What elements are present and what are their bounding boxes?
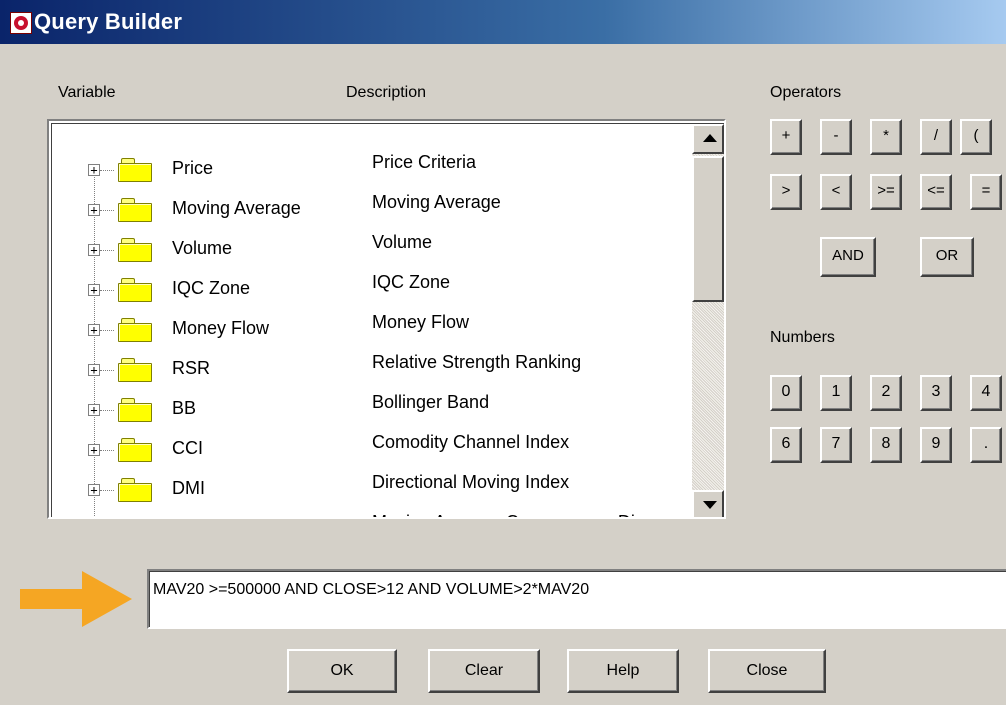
operator-button[interactable]: = (970, 174, 1002, 210)
tree-expand-icon[interactable]: + (88, 484, 100, 496)
variable-name: DMI (172, 478, 205, 498)
scroll-down-button[interactable] (692, 490, 724, 517)
number-button[interactable]: 3 (920, 375, 952, 411)
scrollbar-thumb[interactable] (692, 156, 724, 302)
operator-button[interactable]: OR (920, 237, 974, 277)
variable-name: BB (172, 398, 197, 418)
tree-branch-line (100, 410, 114, 411)
variable-name: Money Flow (172, 318, 270, 338)
orange-arrow-icon (20, 571, 132, 627)
tree-expand-icon[interactable]: + (88, 364, 100, 376)
help-button[interactable]: Help (567, 649, 679, 693)
operator-button[interactable]: / (920, 119, 952, 155)
tree-branch-line (100, 170, 114, 171)
variable-list[interactable]: + Price Price Criteria + Moving Average Movin… (47, 119, 726, 519)
window-title: Query Builder (34, 9, 183, 34)
arrow-down-icon (703, 501, 717, 509)
close-button[interactable]: Close (708, 649, 826, 693)
operator-button[interactable]: ( (960, 119, 992, 155)
variable-description: Price Criteria (372, 152, 477, 172)
arrow-up-icon (703, 134, 717, 142)
operator-button[interactable]: < (820, 174, 852, 210)
scroll-up-button[interactable] (692, 124, 724, 154)
folder-icon (118, 278, 152, 302)
folder-icon (118, 238, 152, 262)
folder-icon (118, 358, 152, 382)
tree-branch-line (100, 250, 114, 251)
number-button[interactable]: 9 (920, 427, 952, 463)
variable-description: Bollinger Band (372, 392, 490, 412)
operators-header: Operators (770, 84, 842, 101)
variable-name: IQC Zone (172, 278, 251, 298)
variable-description: Relative Strength Ranking (372, 352, 582, 372)
tree-expand-icon[interactable]: + (88, 404, 100, 416)
tree-branch-line (100, 290, 114, 291)
numbers-header: Numbers (770, 329, 835, 346)
variable-name: RSR (172, 358, 211, 378)
operator-button[interactable]: * (870, 119, 902, 155)
tree-branch-line (100, 450, 114, 451)
operator-button[interactable]: - (820, 119, 852, 155)
variable-description: IQC Zone (372, 272, 451, 292)
tree-expand-icon[interactable]: + (88, 324, 100, 336)
app-icon (10, 12, 32, 34)
tree-branch-line (100, 210, 114, 211)
folder-icon (118, 158, 152, 182)
tree-branch-line (100, 330, 114, 331)
variable-description: Moving Average (372, 192, 501, 212)
variable-name: CCI (172, 438, 203, 458)
folder-icon (118, 398, 152, 422)
description-header: Description (346, 84, 427, 101)
tree-branch-line (100, 490, 114, 491)
variable-description: Volume (372, 232, 433, 252)
variable-description: Moving Average Convergence Div (372, 512, 644, 517)
folder-icon (118, 478, 152, 502)
title-bar[interactable]: Query Builder (0, 0, 1006, 44)
number-button[interactable]: 2 (870, 375, 902, 411)
expression-text[interactable]: MAV20 >=500000 AND CLOSE>12 AND VOLUME>2… (149, 571, 1006, 627)
tree-expand-icon[interactable]: + (88, 164, 100, 176)
variable-description: Directional Moving Index (372, 472, 570, 492)
folder-icon (118, 438, 152, 462)
number-button[interactable]: 1 (820, 375, 852, 411)
tree-expand-icon[interactable]: + (88, 244, 100, 256)
number-button[interactable]: 7 (820, 427, 852, 463)
number-button[interactable]: 4 (970, 375, 1002, 411)
query-builder-window: Query Builder Variable Description Opera… (0, 0, 1006, 705)
folder-icon (118, 318, 152, 342)
variable-name: Volume (172, 238, 233, 258)
vertical-scrollbar[interactable] (692, 124, 724, 517)
variable-name: Moving Average (172, 198, 301, 218)
number-button[interactable]: 0 (770, 375, 802, 411)
ok-button[interactable]: OK (287, 649, 397, 693)
tree-expand-icon[interactable]: + (88, 204, 100, 216)
variable-description: Comodity Channel Index (372, 432, 570, 452)
operator-button[interactable]: > (770, 174, 802, 210)
operator-button[interactable]: >= (870, 174, 902, 210)
variable-header: Variable (58, 84, 116, 101)
number-button[interactable]: . (970, 427, 1002, 463)
tree-expand-icon[interactable]: + (88, 444, 100, 456)
number-button[interactable]: 8 (870, 427, 902, 463)
tree-branch-line (100, 370, 114, 371)
expression-input[interactable]: MAV20 >=500000 AND CLOSE>12 AND VOLUME>2… (147, 569, 1006, 629)
folder-icon (118, 198, 152, 222)
clear-button[interactable]: Clear (428, 649, 540, 693)
operator-button[interactable]: + (770, 119, 802, 155)
operator-button[interactable]: AND (820, 237, 876, 277)
variable-name: Price (172, 158, 214, 178)
operator-button[interactable]: <= (920, 174, 952, 210)
tree-expand-icon[interactable]: + (88, 284, 100, 296)
number-button[interactable]: 6 (770, 427, 802, 463)
variable-description: Money Flow (372, 312, 470, 332)
